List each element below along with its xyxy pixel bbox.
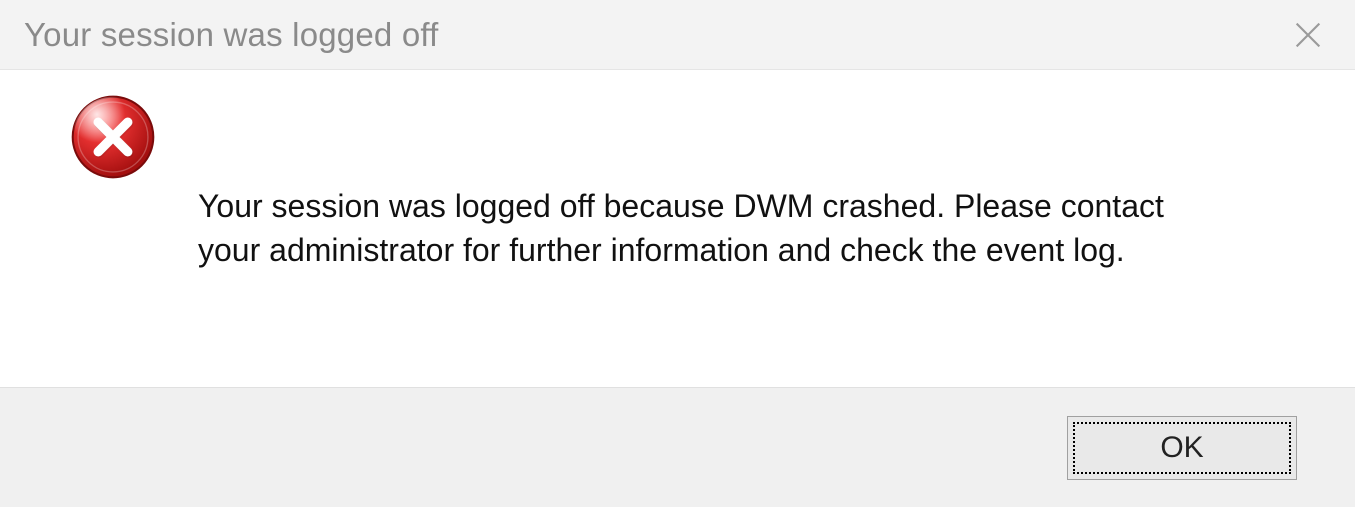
close-button[interactable] — [1283, 10, 1333, 60]
titlebar: Your session was logged off — [0, 0, 1355, 70]
dialog-footer: OK — [0, 387, 1355, 507]
ok-button[interactable]: OK — [1067, 416, 1297, 480]
close-icon — [1291, 18, 1325, 52]
dialog-content: Your session was logged off because DWM … — [0, 70, 1355, 387]
error-icon — [70, 94, 156, 180]
dialog-title: Your session was logged off — [24, 16, 439, 54]
dialog-message: Your session was logged off because DWM … — [198, 185, 1198, 271]
message-dialog: Your session was logged off — [0, 0, 1355, 507]
